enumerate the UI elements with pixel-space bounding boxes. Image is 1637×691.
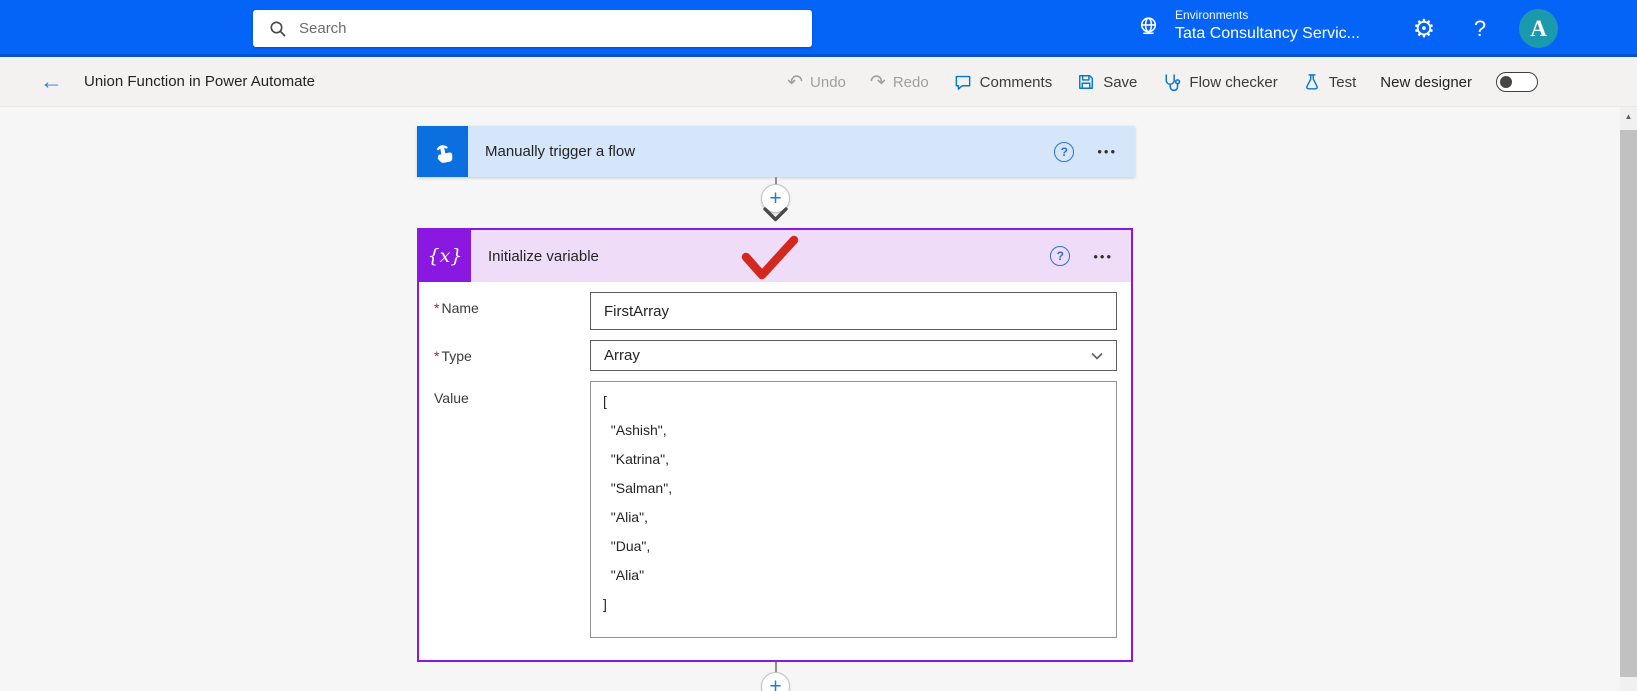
save-label: Save <box>1103 74 1137 91</box>
power-automate-app: Environments Tata Consultancy Servic... … <box>0 0 1637 691</box>
question-icon: ? <box>1057 249 1064 263</box>
scrollbar-thumb[interactable] <box>1620 130 1637 677</box>
comments-label: Comments <box>980 74 1053 91</box>
flow-checker-button[interactable]: Flow checker <box>1161 72 1277 93</box>
name-field-label: *Name <box>434 300 479 316</box>
ellipsis-icon: ••• <box>1097 144 1117 159</box>
flow-canvas[interactable]: Manually trigger a flow ? ••• + <box>0 107 1637 691</box>
search-icon <box>269 20 287 38</box>
redo-button[interactable]: ↷ Redo <box>870 73 929 92</box>
gear-icon: ⚙ <box>1413 14 1435 44</box>
test-button[interactable]: Test <box>1302 72 1357 92</box>
ellipsis-icon: ••• <box>1093 249 1113 264</box>
plus-icon: + <box>769 676 781 691</box>
trigger-card[interactable]: Manually trigger a flow ? ••• <box>417 126 1135 177</box>
avatar[interactable]: A <box>1519 9 1558 48</box>
flow-title: Union Function in Power Automate <box>84 73 315 90</box>
beaker-icon <box>1302 72 1322 92</box>
save-button[interactable]: Save <box>1076 72 1137 92</box>
trigger-card-title: Manually trigger a flow <box>468 126 1054 177</box>
type-field-label: *Type <box>434 348 472 364</box>
vertical-scrollbar[interactable]: ▲ <box>1620 107 1637 691</box>
redo-icon: ↷ <box>870 73 886 92</box>
environment-name: Tata Consultancy Servic... <box>1175 23 1360 44</box>
redo-label: Redo <box>893 74 929 91</box>
help-button[interactable]: ? <box>1458 0 1502 57</box>
stethoscope-icon <box>1161 72 1182 93</box>
search-box[interactable] <box>253 10 812 47</box>
type-dropdown[interactable]: Array <box>590 340 1117 371</box>
back-button[interactable]: ← <box>40 70 62 93</box>
globe-icon <box>1136 14 1161 39</box>
undo-button[interactable]: ↶ Undo <box>787 73 846 92</box>
undo-label: Undo <box>810 74 846 91</box>
action-card-initialize-variable: {x} Initialize variable ? ••• *Name * <box>417 228 1133 662</box>
designer-toolbar: ← Union Function in Power Automate ↶ Und… <box>0 57 1637 107</box>
trigger-more-button[interactable]: ••• <box>1097 144 1117 159</box>
back-arrow-icon: ← <box>40 68 63 94</box>
undo-icon: ↶ <box>787 73 803 92</box>
save-icon <box>1076 72 1096 92</box>
test-label: Test <box>1329 74 1357 91</box>
type-dropdown-value: Array <box>604 347 640 364</box>
help-icon: ? <box>1474 16 1486 42</box>
action-card-title: Initialize variable <box>471 230 1050 282</box>
action-card-header[interactable]: {x} Initialize variable ? ••• <box>419 230 1131 282</box>
question-icon: ? <box>1061 145 1068 159</box>
manual-trigger-icon <box>417 126 468 177</box>
new-designer-toggle[interactable] <box>1496 72 1538 92</box>
chevron-down-icon <box>1091 352 1103 360</box>
insert-step-button[interactable]: + <box>761 672 790 691</box>
variable-icon: {x} <box>419 230 471 282</box>
search-input[interactable] <box>299 20 802 37</box>
required-asterisk: * <box>434 300 439 316</box>
flow-checker-label: Flow checker <box>1189 74 1277 91</box>
toolbar-actions: ↶ Undo ↷ Redo Comments <box>787 57 1538 107</box>
settings-button[interactable]: ⚙ <box>1402 0 1446 57</box>
avatar-letter: A <box>1530 16 1547 42</box>
toggle-knob <box>1500 76 1512 88</box>
trigger-help-button[interactable]: ? <box>1054 142 1074 162</box>
environment-picker[interactable]: Environments Tata Consultancy Servic... <box>1136 8 1360 44</box>
arrow-down-icon <box>762 206 789 228</box>
value-field-label: Value <box>434 390 469 406</box>
action-help-button[interactable]: ? <box>1050 246 1070 266</box>
environments-label: Environments <box>1175 8 1360 23</box>
action-more-button[interactable]: ••• <box>1093 249 1113 264</box>
value-textarea[interactable]: [ "Ashish", "Katrina", "Salman", "Alia",… <box>590 381 1117 638</box>
name-input[interactable] <box>590 292 1117 330</box>
new-designer-label: New designer <box>1380 74 1472 91</box>
portal-header: Environments Tata Consultancy Servic... … <box>0 0 1637 57</box>
scroll-up-arrow[interactable]: ▲ <box>1620 107 1637 126</box>
comments-icon <box>953 72 973 92</box>
comments-button[interactable]: Comments <box>953 72 1053 92</box>
required-asterisk: * <box>434 348 439 364</box>
